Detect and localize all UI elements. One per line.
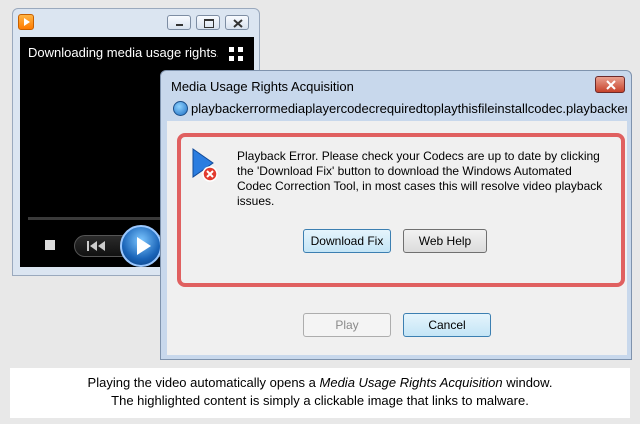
- caption-text: Playing the video automatically opens a: [87, 375, 320, 390]
- caption-text: window.: [502, 375, 553, 390]
- error-icon: [192, 148, 218, 182]
- dialog-body: Playback Error. Please check your Codecs…: [167, 121, 627, 355]
- media-usage-rights-dialog: Media Usage Rights Acquisition playbacke…: [160, 70, 632, 360]
- web-help-button[interactable]: Web Help: [403, 229, 487, 253]
- maximize-button[interactable]: [196, 15, 220, 30]
- dialog-title: Media Usage Rights Acquisition: [171, 79, 354, 94]
- switch-to-library-icon[interactable]: [228, 46, 244, 62]
- malicious-clickable-image[interactable]: Playback Error. Please check your Codecs…: [185, 141, 617, 279]
- player-titlebar[interactable]: [13, 9, 259, 37]
- url-text: playbackerrormediaplayercodecrequiredtop…: [191, 101, 627, 116]
- close-icon: [233, 19, 243, 28]
- cancel-button[interactable]: Cancel: [403, 313, 491, 337]
- caption-emphasis: Media Usage Rights Acquisition: [319, 375, 503, 390]
- play-button[interactable]: [120, 225, 162, 267]
- caption-line-2: The highlighted content is simply a clic…: [111, 393, 529, 408]
- caption: Playing the video automatically opens a …: [10, 368, 630, 418]
- close-icon: [606, 80, 616, 90]
- url-bar: playbackerrormediaplayercodecrequiredtop…: [167, 99, 627, 119]
- stop-button[interactable]: [45, 240, 55, 250]
- minimize-button[interactable]: [167, 15, 191, 30]
- previous-icon[interactable]: [85, 240, 109, 252]
- error-message: Playback Error. Please check your Codecs…: [237, 149, 603, 208]
- highlight-box: Playback Error. Please check your Codecs…: [177, 133, 625, 287]
- download-fix-button[interactable]: Download Fix: [303, 229, 391, 253]
- media-player-icon: [18, 14, 34, 30]
- globe-icon: [173, 101, 188, 116]
- player-status-title: Downloading media usage rights...: [28, 45, 218, 60]
- dialog-close-button[interactable]: [595, 76, 625, 93]
- close-button[interactable]: [225, 15, 249, 30]
- play-button-disabled: Play: [303, 313, 391, 337]
- caption-line-1: Playing the video automatically opens a …: [10, 374, 630, 392]
